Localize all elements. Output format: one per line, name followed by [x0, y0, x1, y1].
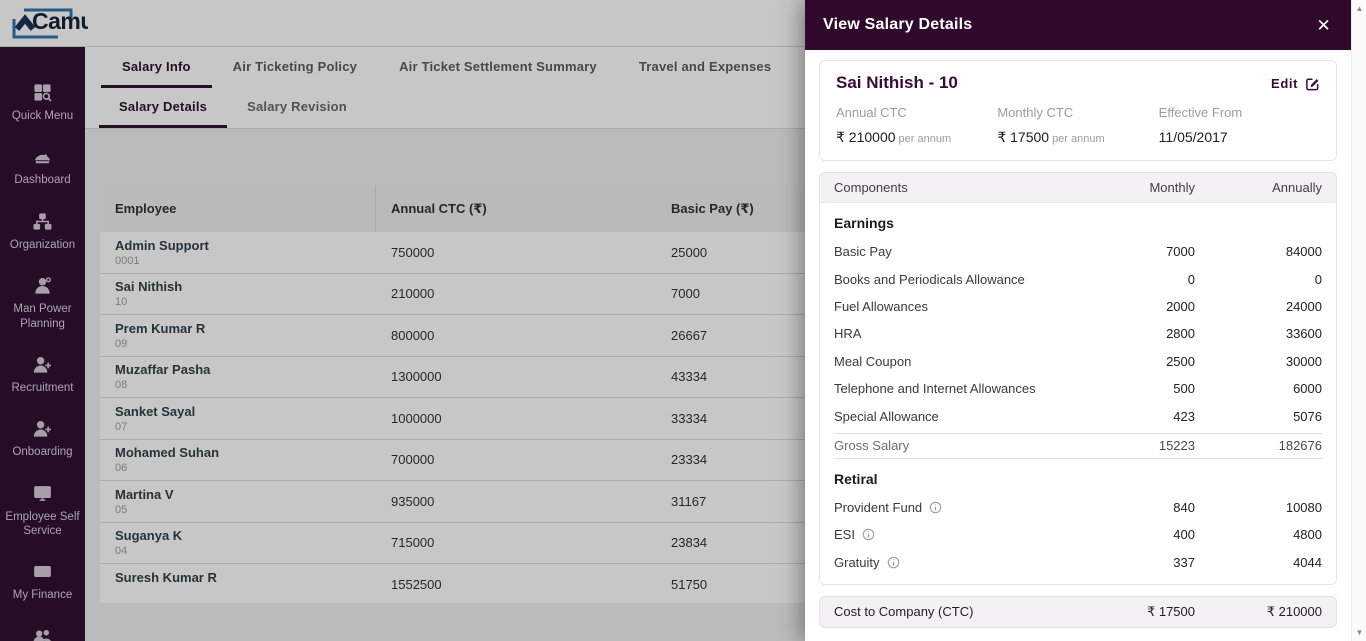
component-label: Meal Coupon [834, 353, 912, 369]
field-label: Monthly CTC [997, 105, 1074, 120]
component-monthly-value: 500 [1173, 381, 1195, 397]
edit-button[interactable]: Edit [1271, 76, 1320, 91]
field-label: Annual CTC [836, 105, 907, 120]
component-monthly-value: 400 [1173, 527, 1195, 543]
component-row: Special Allowance 423 5076 [834, 402, 1322, 429]
component-row: Meal Coupon 2500 30000 [834, 348, 1322, 375]
employee-summary-card: Sai Nithish - 10 Edit Annual CTC ₹ 21000… [819, 60, 1337, 161]
ctc-label: Cost to Company (CTC) [834, 604, 974, 620]
field-value: ₹ 17500 per annum [997, 129, 1105, 145]
total-label: Gross Salary [834, 438, 910, 454]
component-section: Earnings Basic Pay 7000 84000 Books and … [834, 203, 1322, 459]
field-suffix: per annum [1052, 133, 1105, 145]
section-total-row: Gross Salary 15223 182676 [834, 432, 1322, 459]
component-annually-value: 84000 [1285, 244, 1322, 260]
component-monthly-value: 2500 [1166, 353, 1195, 369]
component-annually-value: 24000 [1285, 298, 1322, 314]
page-scrollbar[interactable]: ▲ ▼ [1351, 0, 1366, 641]
section-heading: Retiral [834, 470, 878, 487]
component-label: ESI [834, 527, 855, 543]
info-icon[interactable] [929, 501, 942, 514]
field-value: ₹ 210000 per annum [836, 129, 952, 145]
edit-pencil-icon [1306, 78, 1319, 90]
annually-column-header: Annually [1272, 180, 1322, 195]
component-monthly-value: 337 [1173, 554, 1195, 570]
component-annually-value: 33600 [1285, 326, 1322, 342]
component-annually-value: 4044 [1293, 554, 1322, 570]
component-row: Provident Fund 840 10080 [834, 494, 1322, 521]
ctc-annually-value: ₹ 210000 [1266, 603, 1322, 619]
field-suffix: per annum [898, 133, 952, 145]
modal-title: View Salary Details [823, 16, 973, 33]
component-annually-value: 10080 [1285, 499, 1322, 515]
edit-button-label: Edit [1271, 75, 1298, 91]
component-annually-value: 4800 [1293, 527, 1322, 543]
component-label: Provident Fund [834, 499, 923, 515]
components-card: Components Monthly Annually Earnings Bas… [819, 172, 1337, 585]
component-label: Telephone and Internet Allowances [834, 381, 1036, 397]
component-monthly-value: 2800 [1166, 326, 1195, 342]
employee-field: Annual CTC ₹ 210000 per annum [836, 105, 997, 146]
component-row: HRA 2800 33600 [834, 320, 1322, 347]
scrollbar-down-arrow[interactable]: ▼ [1352, 628, 1366, 637]
info-icon[interactable] [887, 556, 900, 569]
component-monthly-value: 423 [1173, 408, 1195, 424]
component-label: Fuel Allowances [834, 298, 928, 314]
components-header-label: Components [834, 180, 908, 195]
total-monthly-value: 15223 [1158, 438, 1195, 454]
component-annually-value: 0 [1314, 271, 1322, 287]
info-icon[interactable] [862, 528, 875, 541]
modal-header: View Salary Details ✕ [805, 0, 1351, 50]
component-label: HRA [834, 326, 862, 342]
component-monthly-value: 840 [1173, 499, 1195, 515]
component-row: Basic Pay 7000 84000 [834, 238, 1322, 265]
employee-field: Effective From 11/05/2017 [1159, 105, 1320, 146]
field-value: 11/05/2017 [1158, 129, 1228, 145]
component-monthly-value: 7000 [1166, 244, 1195, 260]
component-row: ESI 400 4800 [834, 521, 1322, 548]
modal-body: Sai Nithish - 10 Edit Annual CTC ₹ 21000… [805, 50, 1351, 628]
component-monthly-value: 2000 [1166, 298, 1195, 314]
close-icon[interactable]: ✕ [1317, 17, 1331, 34]
component-section: Retiral Provident Fund 840 10080 ESI 400… [834, 459, 1322, 576]
view-salary-details-panel: View Salary Details ✕ Sai Nithish - 10 E… [805, 0, 1351, 641]
app-window: Camu Quick Menu Dashboard Organization M… [0, 0, 1366, 641]
component-annually-value: 6000 [1293, 381, 1322, 397]
component-annually-value: 5076 [1293, 408, 1322, 424]
monthly-column-header: Monthly [1149, 180, 1195, 195]
components-header-row: Components Monthly Annually [820, 173, 1336, 203]
component-row: Fuel Allowances 2000 24000 [834, 293, 1322, 320]
employee-title: Sai Nithish - 10 [836, 73, 958, 92]
component-label: Gratuity [834, 554, 880, 570]
component-row: Gratuity 337 4044 [834, 549, 1322, 576]
component-label: Basic Pay [834, 244, 892, 260]
scrollbar-up-arrow[interactable]: ▲ [1352, 4, 1366, 13]
component-row: Telephone and Internet Allowances 500 60… [834, 375, 1322, 402]
component-row: Books and Periodicals Allowance 0 0 [834, 265, 1322, 292]
employee-field: Monthly CTC ₹ 17500 per annum [997, 105, 1158, 146]
section-heading: Earnings [834, 215, 894, 231]
component-label: Books and Periodicals Allowance [834, 271, 1025, 287]
component-label: Special Allowance [834, 408, 939, 424]
component-monthly-value: 0 [1187, 271, 1195, 287]
ctc-summary-bar: Cost to Company (CTC) ₹ 17500 ₹ 210000 [819, 595, 1337, 628]
total-annually-value: 182676 [1278, 438, 1322, 454]
ctc-monthly-value: ₹ 17500 [1146, 603, 1195, 619]
field-label: Effective From [1158, 105, 1243, 120]
component-annually-value: 30000 [1285, 353, 1322, 369]
